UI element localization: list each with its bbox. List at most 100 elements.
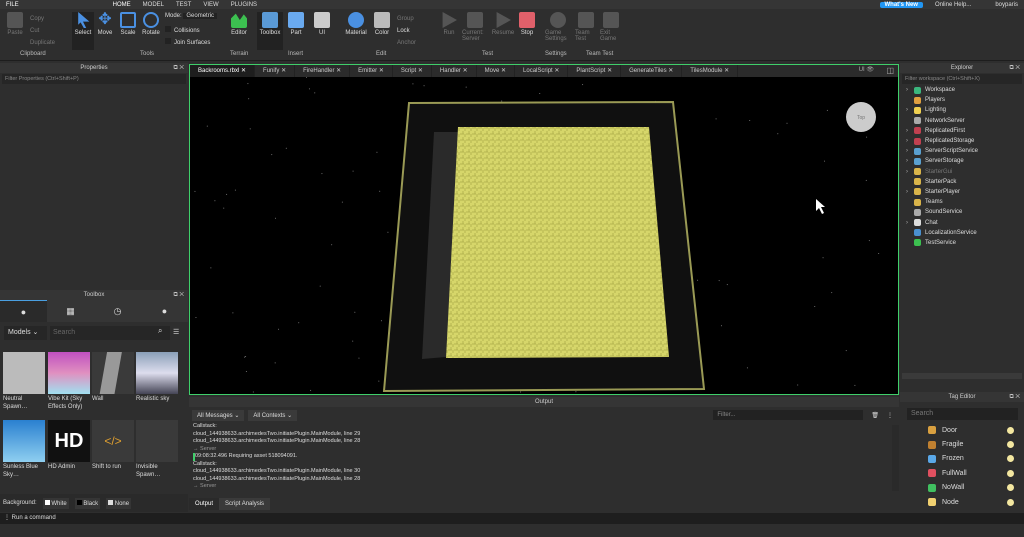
category-dropdown[interactable]: Models ⌄ (4, 326, 47, 340)
close-tab-icon[interactable]: ✕ (724, 68, 729, 74)
tag-item[interactable]: Node (900, 495, 1024, 509)
visibility-bulb-icon[interactable] (1007, 498, 1014, 506)
duplicate-button[interactable]: Duplicate (30, 37, 55, 49)
close-tab-icon[interactable]: ✕ (668, 68, 673, 74)
explorer-item[interactable]: SoundService (906, 207, 1024, 217)
run-button[interactable]: Run (438, 12, 460, 36)
toolbox-search-input[interactable]: Search (50, 326, 170, 340)
visibility-bulb-icon[interactable] (1007, 441, 1014, 449)
lock-button[interactable]: Lock (397, 25, 416, 37)
explorer-item[interactable]: NetworkServer (906, 116, 1024, 126)
color-button[interactable]: Color (371, 12, 393, 36)
current-server-button[interactable]: Current: Server (462, 12, 488, 42)
tab-plugins[interactable]: PLUGINS (231, 2, 257, 8)
toolbox-item[interactable]: Invisible Spawn… (136, 420, 178, 479)
visibility-bulb-icon[interactable] (1007, 469, 1014, 477)
toolbox-item[interactable]: </> Shift to run (92, 420, 134, 472)
editor-tab[interactable]: Backrooms.rbxl ✕ (190, 65, 256, 77)
tag-item[interactable]: Fragile (900, 437, 1024, 451)
explorer-item[interactable]: › ReplicatedFirst (906, 126, 1024, 136)
explorer-item[interactable]: StarterPack (906, 177, 1024, 187)
editor-tab[interactable]: LocalScript ✕ (515, 65, 569, 77)
bg-none-option[interactable]: None (106, 497, 132, 509)
chevron-right-icon[interactable]: › (906, 138, 914, 144)
command-bar-input[interactable]: ⋮ Run a command (0, 513, 1024, 524)
close-tab-icon[interactable]: ✕ (501, 68, 506, 74)
rotate-button[interactable]: Rotate (140, 12, 162, 36)
tag-item[interactable]: Door (900, 423, 1024, 437)
close-tab-icon[interactable]: ✕ (418, 68, 423, 74)
part-button[interactable]: Part (285, 12, 307, 36)
chevron-right-icon[interactable]: › (906, 169, 914, 175)
whats-new-button[interactable]: What's New (879, 1, 923, 8)
explorer-filter-input[interactable]: Filter workspace (Ctrl+Shift+X) (902, 74, 1022, 84)
toolbox-item[interactable]: Sunless Blue Sky… (3, 420, 45, 479)
game-settings-button[interactable]: Game Settings (545, 12, 571, 42)
explorer-item[interactable]: Players (906, 95, 1024, 105)
trash-icon[interactable]: 🗑 (871, 412, 879, 419)
close-tab-icon[interactable]: ✕ (241, 68, 246, 74)
toolbox-item[interactable]: Realistic sky (136, 352, 178, 404)
tab-creations[interactable]: ● (141, 300, 188, 322)
visibility-bulb-icon[interactable] (1007, 455, 1014, 463)
tag-search-input[interactable]: Search (907, 408, 1018, 420)
panel-close-icon[interactable]: ⧉ ✕ (173, 63, 184, 73)
toolbox-button[interactable]: Toolbox (257, 12, 283, 50)
bg-white-option[interactable]: White (42, 497, 69, 509)
bg-black-option[interactable]: Black (74, 497, 101, 509)
chevron-right-icon[interactable]: › (906, 189, 914, 195)
explorer-item[interactable]: LocalizationService (906, 228, 1024, 238)
user-menu[interactable]: boyparis (995, 2, 1018, 8)
tag-item[interactable]: Frozen (900, 452, 1024, 466)
editor-tab[interactable]: Funify ✕ (255, 65, 296, 77)
exit-game-button[interactable]: Exit Game (600, 12, 622, 42)
messages-filter-dropdown[interactable]: All Messages ⌄ (192, 409, 245, 421)
chevron-right-icon[interactable]: › (906, 87, 914, 93)
output-tab[interactable]: Output (189, 498, 220, 510)
editor-tab[interactable]: Move ✕ (477, 65, 516, 77)
collisions-checkbox[interactable] (165, 26, 171, 32)
chevron-right-icon[interactable]: › (906, 107, 914, 113)
panel-close-icon[interactable]: ⧉ ✕ (173, 290, 184, 300)
editor-tab[interactable]: FireHandler ✕ (295, 65, 351, 77)
explorer-hscrollbar[interactable] (902, 373, 1022, 379)
explorer-item[interactable]: › Chat (906, 217, 1024, 227)
close-tab-icon[interactable]: ✕ (554, 68, 559, 74)
tab-inventory[interactable]: ▦ (47, 300, 94, 322)
panel-close-icon[interactable]: ⧉ ✕ (1009, 63, 1020, 73)
toolbox-item[interactable]: Neutral Spawn… (3, 352, 45, 411)
chevron-right-icon[interactable]: › (906, 128, 914, 134)
contexts-filter-dropdown[interactable]: All Contexts ⌄ (248, 409, 298, 421)
online-help-link[interactable]: Online Help... (935, 2, 971, 8)
chevron-right-icon[interactable]: › (906, 148, 914, 154)
output-scrollbar[interactable] (892, 425, 899, 491)
editor-tab[interactable]: PlantScript ✕ (568, 65, 622, 77)
resume-button[interactable]: Resume (490, 12, 516, 36)
explorer-item[interactable]: TestService (906, 238, 1024, 248)
mode-dropdown[interactable]: Geometric (183, 13, 218, 19)
paste-button[interactable]: Paste (4, 12, 26, 36)
tab-test[interactable]: TEST (176, 2, 191, 8)
toolbox-item[interactable]: HD HD Admin (48, 420, 90, 472)
close-tab-icon[interactable]: ✕ (607, 68, 612, 74)
anchor-button[interactable]: Anchor (397, 37, 416, 49)
select-button[interactable]: Select (72, 12, 94, 50)
tab-model[interactable]: MODEL (143, 2, 164, 8)
toolbox-item[interactable]: Vibe Kit (Sky Effects Only) (48, 352, 90, 411)
group-button[interactable]: Group (397, 13, 416, 25)
maximize-icon[interactable]: ◫ (886, 66, 894, 75)
team-test-button[interactable]: Team Test (575, 12, 597, 42)
explorer-item[interactable]: › ServerScriptService (906, 146, 1024, 156)
panel-close-icon[interactable]: ⧉ ✕ (1009, 392, 1020, 402)
explorer-item[interactable]: › Lighting (906, 105, 1024, 115)
tab-view[interactable]: VIEW (203, 2, 218, 8)
chevron-right-icon[interactable]: › (906, 220, 914, 226)
copy-button[interactable]: Copy (30, 13, 55, 25)
viewport[interactable]: Backrooms.rbxl ✕ Funify ✕ FireHandler ✕ Emi… (189, 64, 899, 395)
tab-home[interactable]: HOME (113, 2, 131, 8)
search-icon[interactable]: ⌕ (158, 326, 162, 336)
visibility-bulb-icon[interactable] (1007, 484, 1014, 492)
explorer-item[interactable]: Teams (906, 197, 1024, 207)
close-tab-icon[interactable]: ✕ (463, 68, 468, 74)
explorer-item[interactable]: › ServerStorage (906, 156, 1024, 166)
